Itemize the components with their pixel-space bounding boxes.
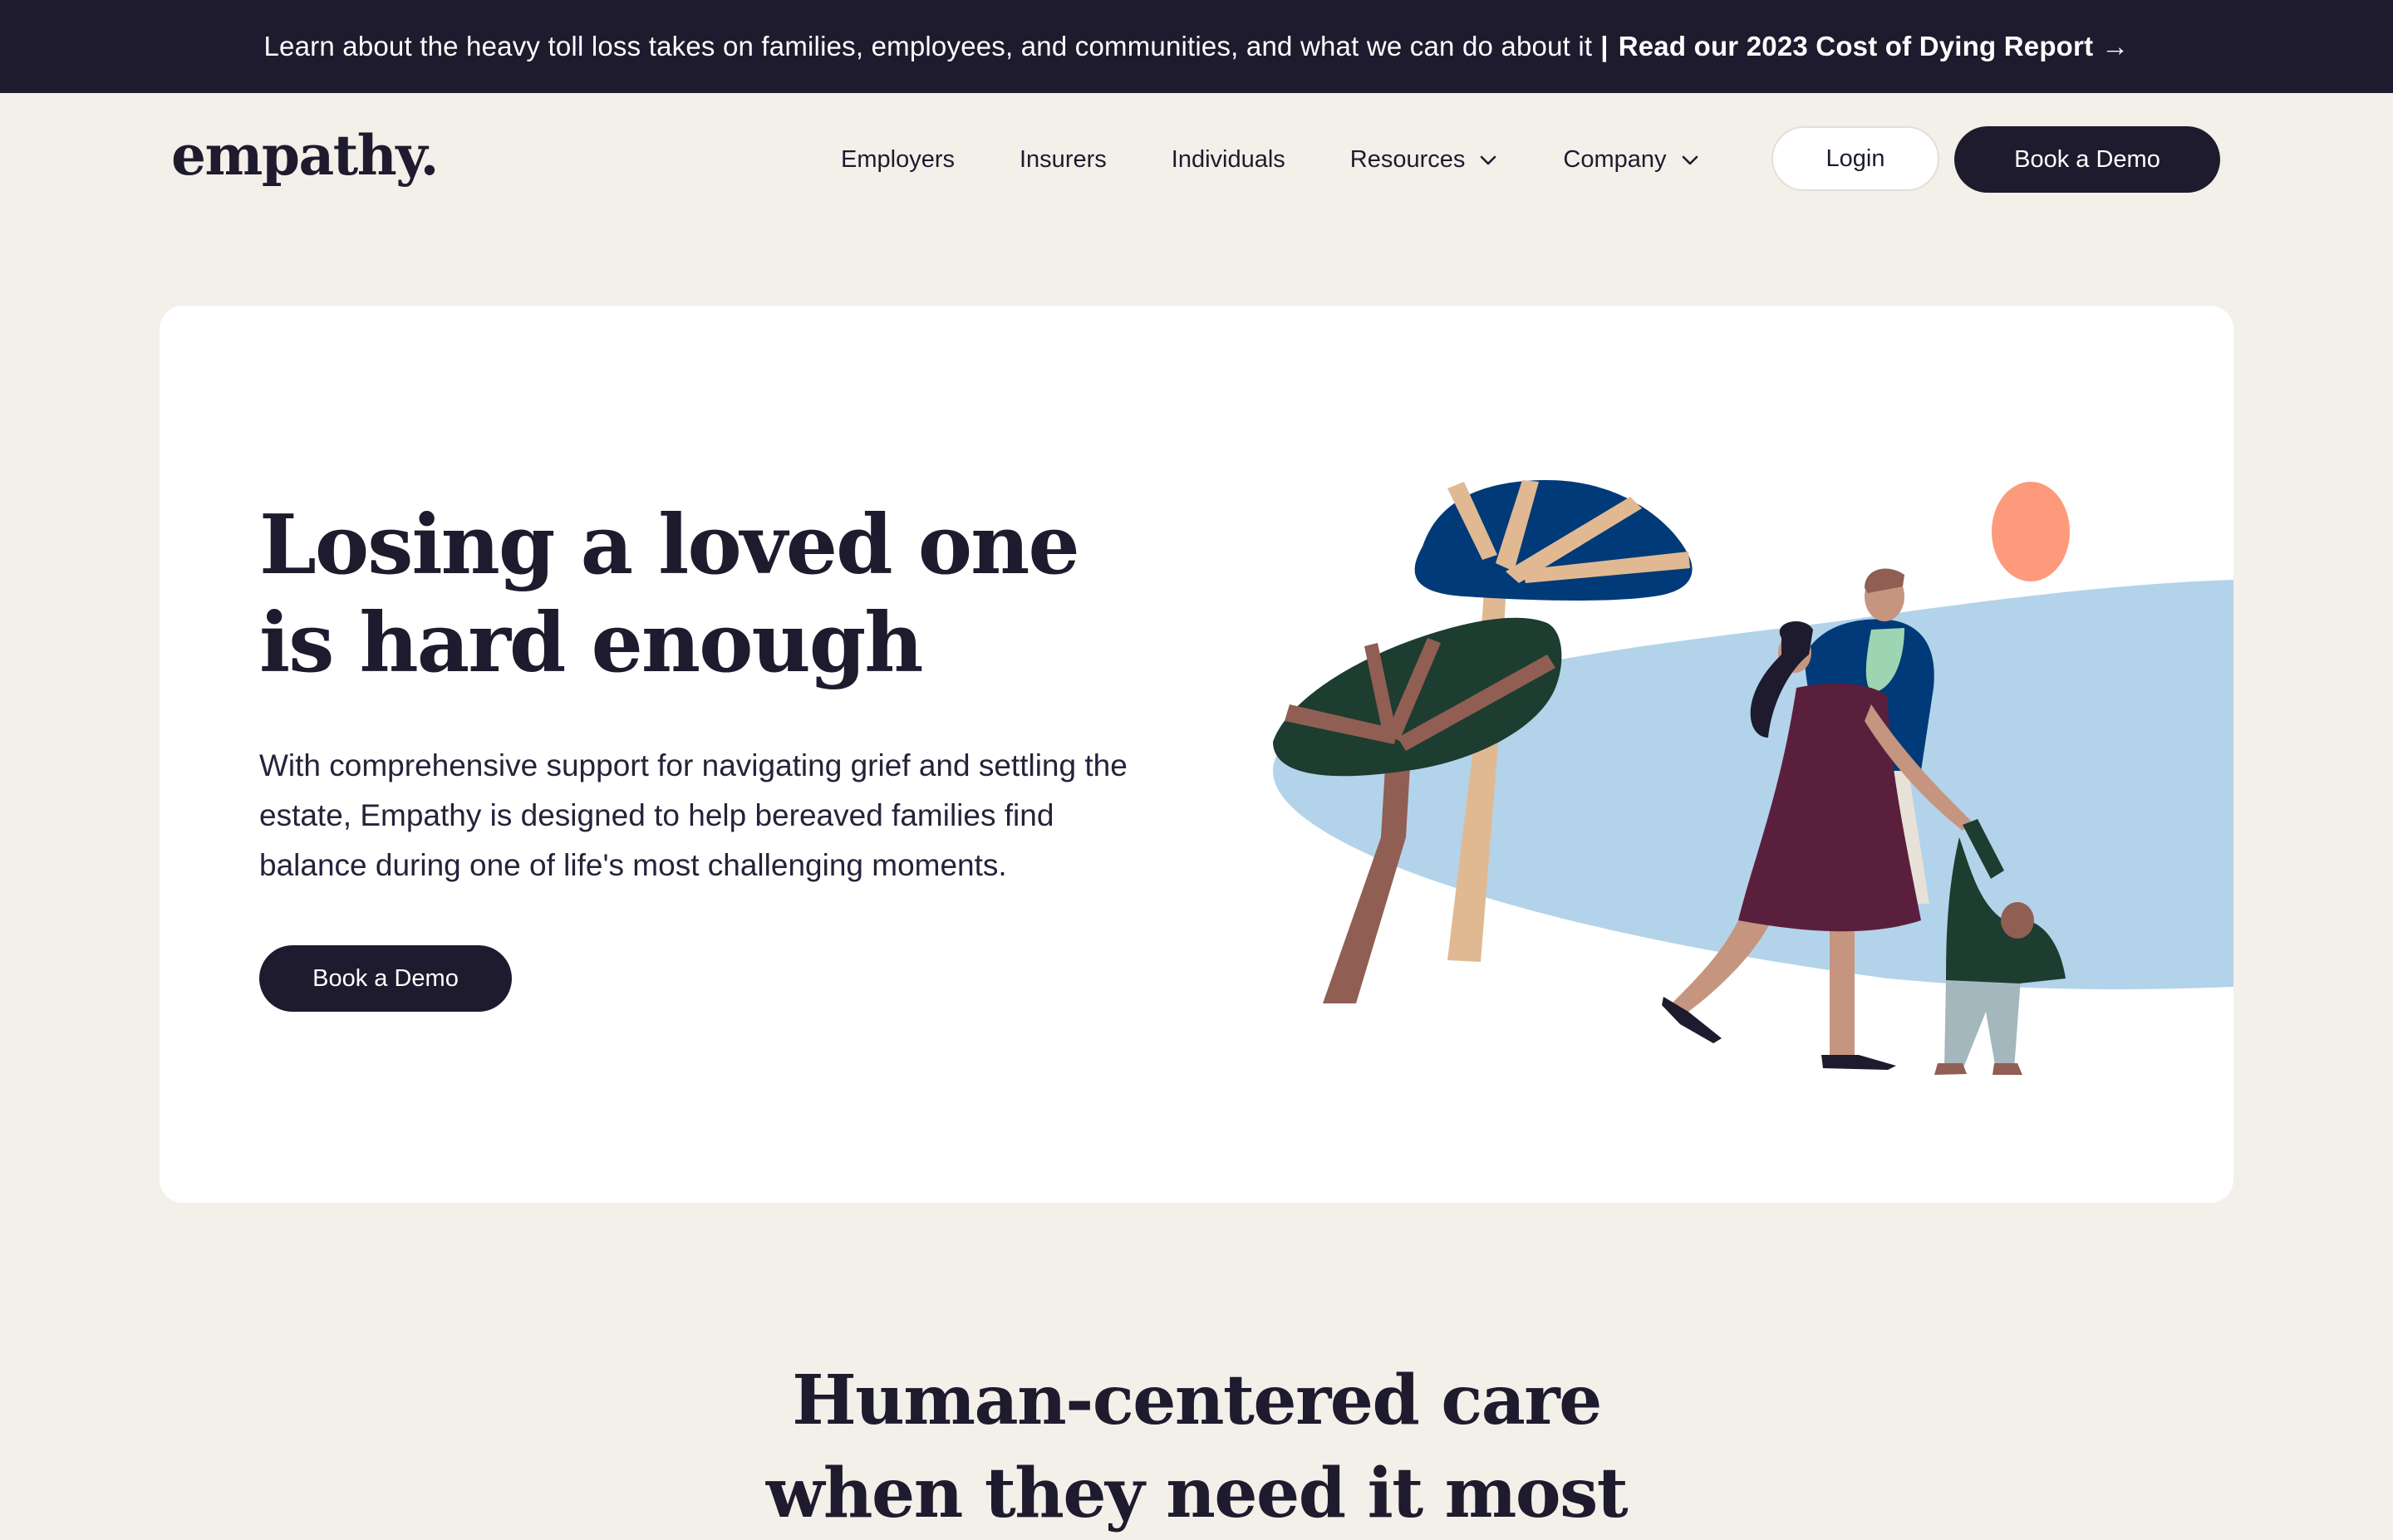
child-head [2001,902,2034,939]
nav-item-label: Company [1563,146,1667,173]
nav-item-employers[interactable]: Employers [841,146,955,174]
hero-book-demo-button[interactable]: Book a Demo [259,945,512,1012]
nav-item-individuals[interactable]: Individuals [1172,146,1285,174]
book-demo-button[interactable]: Book a Demo [1954,126,2220,193]
announcement-text: Learn about the heavy toll loss takes on… [263,31,1593,61]
child-shoe [1993,1063,2022,1075]
chevron-down-icon [1682,155,1698,164]
nav-item-insurers[interactable]: Insurers [1020,146,1107,174]
family-walking-illustration [1273,480,2233,1075]
section-title: Human-centered care when they need it mo… [0,1354,2393,1540]
hero-title-line: Losing a loved one [259,498,1080,593]
hero-title: Losing a loved one is hard enough [259,497,1173,693]
nav-item-company[interactable]: Company [1563,146,1699,174]
nav-item-label: Employers [841,146,955,173]
child-legs [1944,978,2021,1070]
section-title-line: Human-centered care [792,1361,1602,1440]
nav-item-resources[interactable]: Resources [1350,146,1499,174]
section-title-line: when they need it most [765,1454,1629,1533]
announcement-separator: | [1600,31,1609,61]
chevron-down-icon [1481,155,1496,164]
woman-front-shoe [1821,1055,1896,1070]
hero-subtitle: With comprehensive support for navigatin… [259,748,1128,882]
login-button[interactable]: Login [1771,126,1939,191]
nav-item-label: Insurers [1020,146,1107,173]
sun-shape [1992,482,2070,581]
main-nav: Employers Insurers Individuals Resources… [841,146,1700,174]
arrow-right-icon[interactable]: → [2101,31,2129,62]
hero-card: Losing a loved one is hard enough With c… [160,306,2233,1203]
hero-title-line: is hard enough [259,596,924,691]
nav-item-label: Individuals [1171,146,1285,173]
cost-of-dying-report-link[interactable]: Read our 2023 Cost of Dying Report [1619,31,2094,62]
nav-item-label: Resources [1349,146,1466,173]
announcement-bar: Learn about the heavy toll loss takes on… [0,0,2393,93]
empathy-logo[interactable]: empathy. [171,123,439,188]
woman-front-leg [1830,920,1855,1062]
child-shoe [1934,1063,1967,1075]
